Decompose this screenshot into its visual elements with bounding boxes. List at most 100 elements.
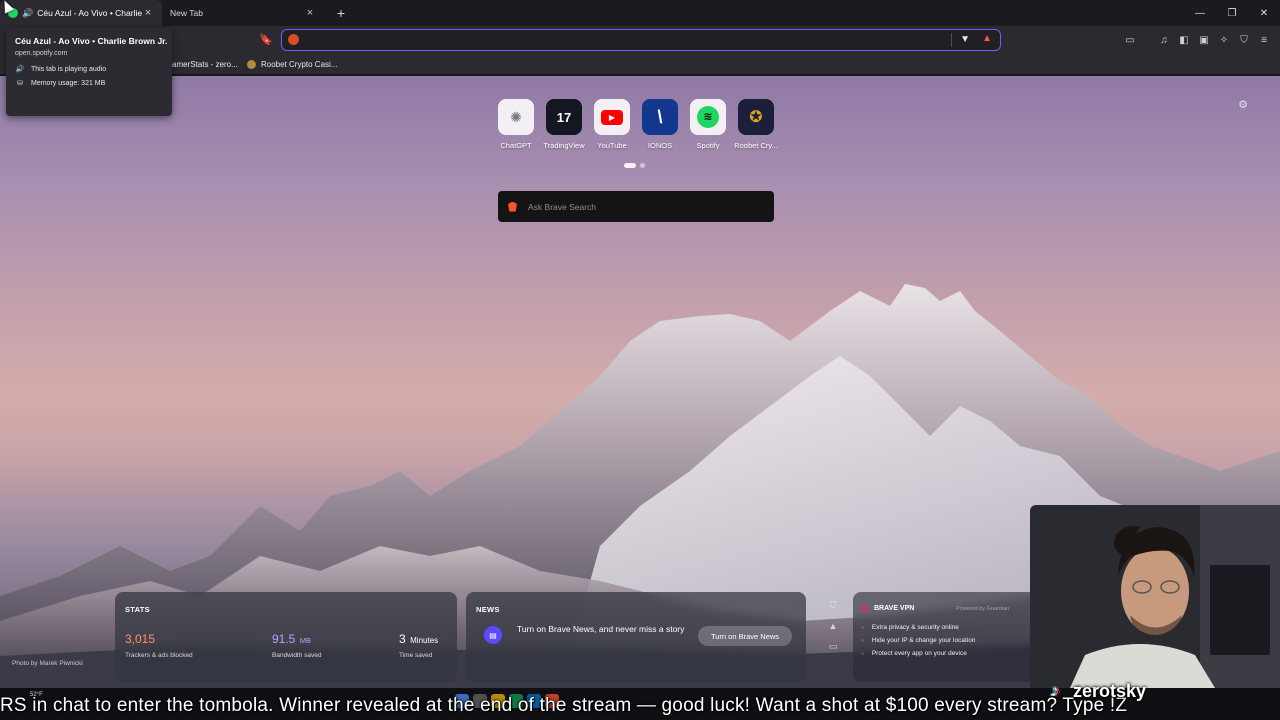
address-input[interactable] [304,32,944,48]
toolbar-actions: ▭ ♫ ◧ ▣ ✧ ⛉ ≡ [1122,32,1272,48]
new-tab-button[interactable]: + [330,5,352,21]
menu-icon[interactable]: ≡ [1256,32,1272,48]
rewards-tab-icon[interactable]: ▲ [829,621,838,631]
vpn-feature: Extra privacy & security online [861,621,975,634]
roobet-icon: ✪ [738,99,774,135]
search-input[interactable] [528,201,758,212]
tab-hover-card: Céu Azul - Ao Vivo • Charlie Brown Jr. o… [6,28,172,116]
roobet-favicon-icon [247,60,256,69]
tiktok-icon: ♪ [1050,681,1060,700]
pager-dot[interactable] [640,163,645,168]
pager-dot-active[interactable] [624,163,636,168]
time-unit: Minutes [410,636,439,645]
stats-heading: STATS [125,605,150,614]
brave-rewards-icon[interactable]: ▲ [982,33,992,44]
top-site-label: IONOS [647,141,673,150]
time-stat: 3 Minutes Time saved [399,630,438,659]
vpn-feature: Protect every app on your device [861,647,975,660]
streamer-handle: zerotsky [1073,680,1147,701]
brave-search-box[interactable] [498,191,774,222]
top-site-label: ChatGPT [500,141,532,150]
vpn-logo-icon [861,605,868,612]
divider [951,33,952,47]
hover-card-memory: ⛁ Memory usage: 321 MB [15,79,163,88]
news-promo-text: Turn on Brave News, and never miss a sto… [517,624,685,634]
bookmark-item[interactable]: Roobet Crypto Casi... [247,57,337,72]
top-site-label: Roobet Cry... [734,141,778,150]
bandwidth-label: Bandwidth saved [272,652,322,659]
close-tab-icon[interactable]: × [142,7,154,19]
hover-card-audio: 🔊 This tab is playing audio [15,65,163,74]
spotify-icon: ≋ [690,99,726,135]
vpn-widget: BRAVE VPN Powered by Guardian Extra priv… [853,592,1045,682]
vpn-icon[interactable]: ⛉ [1236,32,1252,48]
top-site-spotify[interactable]: ≋ Spotify [688,99,728,150]
brave-search-icon [288,34,299,45]
trackers-stat: 3,015 Trackers & ads blocked [125,630,193,659]
bandwidth-value: 91.5 [272,632,296,646]
vpn-title: BRAVE VPN [874,605,915,612]
bandwidth-unit: MB [299,636,312,645]
hover-card-url: open.spotify.com [15,50,68,57]
time-value: 3 [399,632,406,646]
top-sites: ✺ ChatGPT 17 TradingView ▶ YouTube \ ION… [496,99,778,150]
bandwidth-stat: 91.5 MB Bandwidth saved [272,630,322,659]
top-site-roobet[interactable]: ✪ Roobet Cry... [734,99,778,150]
tab-new-tab[interactable]: New Tab × [162,0,324,26]
leo-ai-icon[interactable]: ✧ [1216,32,1232,48]
bookmark-item[interactable]: amerStats - zero... [172,57,238,72]
tiktok-overlay: ♪ zerotsky [1045,676,1185,706]
audio-status: This tab is playing audio [31,65,107,73]
vpn-feature-list: Extra privacy & security online Hide you… [861,621,976,660]
window-controls: — ❐ ✕ [1184,0,1280,26]
tab-title: Céu Azul - Ao Vivo • Charlie B [37,8,142,18]
top-site-ionos[interactable]: \ IONOS [640,99,680,150]
top-site-chatgpt[interactable]: ✺ ChatGPT [496,99,536,150]
hover-card-title: Céu Azul - Ao Vivo • Charlie Brown Jr. [15,36,168,46]
sidebar-panel-icon[interactable]: ▭ [1122,32,1138,48]
speaker-icon[interactable]: 🔊 [22,8,33,19]
top-sites-pager [624,163,645,168]
vpn-feature: Hide your IP & change your location [861,634,976,647]
news-widget: NEWS ▤ Turn on Brave News, and never mis… [466,592,806,682]
top-site-label: Spotify [696,141,720,150]
tab-spotify[interactable]: 🔊 Céu Azul - Ao Vivo • Charlie B × [0,0,162,26]
turn-on-news-button[interactable]: Turn on Brave News [698,626,792,646]
customize-gear-icon[interactable]: ⚙ [1238,98,1248,111]
tab-strip: 🔊 Céu Azul - Ao Vivo • Charlie B × New T… [0,0,1280,26]
vpn-tab-icon[interactable]: ⛉ [830,600,837,611]
brave-logo-icon [508,201,517,212]
bookmark-icon[interactable]: 🔖 [259,33,273,47]
address-bar[interactable]: ▼ ▲ [281,29,1001,51]
ionos-icon: \ [642,99,678,135]
widget-switcher: ⛉ ▲ ▭ [818,594,848,682]
talk-tab-icon[interactable]: ▭ [829,641,838,652]
vpn-powered-by: Powered by Guardian [956,606,1010,612]
vpn-heading: BRAVE VPN [861,605,914,612]
memory-icon: ⛁ [17,80,23,87]
top-site-tradingview[interactable]: 17 TradingView [543,99,585,150]
close-window-icon[interactable]: ✕ [1248,0,1280,26]
bookmarks-bar: amerStats - zero... Roobet Crypto Casi..… [0,54,1280,75]
close-tab-icon[interactable]: × [304,7,316,19]
sidebar-toggle-icon[interactable]: ◧ [1176,32,1192,48]
news-heading: NEWS [476,605,500,614]
trackers-label: Trackers & ads blocked [125,652,193,659]
top-site-label: TradingView [543,141,585,150]
speaker-icon: 🔊 [15,66,25,73]
brave-shields-icon[interactable]: ▼ [960,34,970,45]
media-control-icon[interactable]: ♫ [1156,32,1172,48]
time-label: Time saved [399,652,433,659]
top-site-label: YouTube [597,141,627,150]
trackers-value: 3,015 [125,632,156,646]
photo-credit[interactable]: Photo by Marek Piwnicki [12,660,83,667]
minimize-icon[interactable]: — [1184,0,1216,26]
wallet-icon[interactable]: ▣ [1196,32,1212,48]
youtube-icon: ▶ [594,99,630,135]
top-site-youtube[interactable]: ▶ YouTube [592,99,632,150]
bookmark-label: amerStats - zero... [172,60,238,69]
maximize-icon[interactable]: ❐ [1216,0,1248,26]
chatgpt-icon: ✺ [498,99,534,135]
webcam-overlay [1030,505,1280,688]
